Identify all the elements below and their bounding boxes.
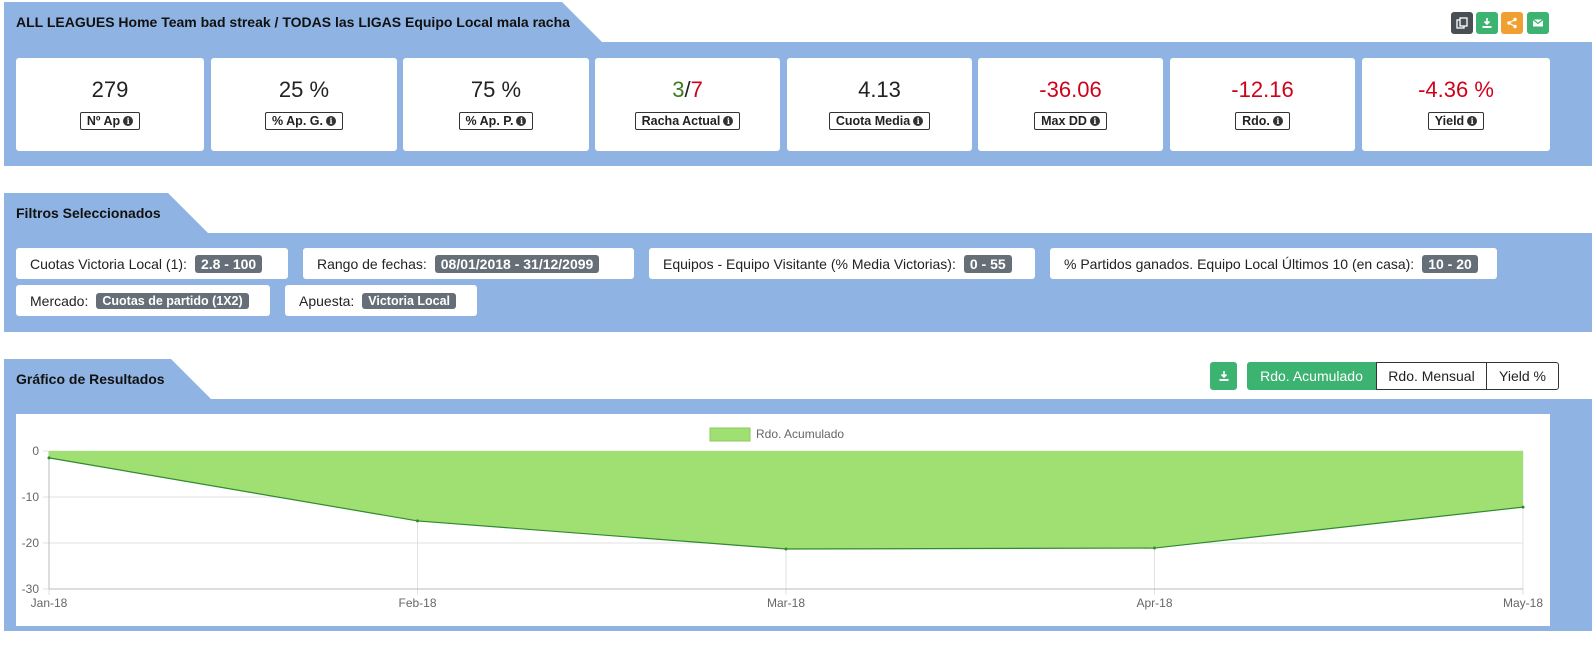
chart-panel: 0 -10 -20 -30 Jan-18 Feb-18 Mar-18 Apr-18 May-18… — [16, 414, 1550, 626]
legend-label: Rdo. Acumulado — [756, 427, 844, 441]
filters-title: Filtros Seleccionados — [16, 205, 161, 221]
filter-chip: Equipos - Equipo Visitante (% Media Vict… — [649, 248, 1035, 279]
info-icon: i — [1467, 116, 1478, 126]
page-title: ALL LEAGUES Home Team bad streak / TODAS… — [16, 14, 570, 30]
data-point — [784, 547, 788, 551]
filter-value-badge: 0 - 55 — [963, 254, 1012, 273]
stat-label[interactable]: Racha Actual i — [634, 112, 741, 130]
stat-label[interactable]: Max DD i — [1034, 112, 1107, 130]
filter-chip: Cuotas Victoria Local (1): 2.8 - 100 — [16, 248, 288, 279]
series-area — [49, 451, 1523, 549]
x-tick-label: May-18 — [1503, 596, 1543, 610]
copy-icon[interactable] — [1451, 12, 1473, 34]
stat-card-yield: -4.36 % Yield i — [1362, 58, 1550, 151]
header-title-tab: ALL LEAGUES Home Team bad streak / TODAS… — [4, 2, 602, 42]
filter-value-badge: 10 - 20 — [1422, 254, 1478, 273]
stat-label[interactable]: % Ap. G. i — [265, 112, 343, 130]
info-icon: i — [325, 116, 336, 126]
filter-value-badge: Cuotas de partido (1X2) — [96, 292, 249, 309]
info-icon: i — [723, 116, 734, 126]
filter-chip: Apuesta: Victoria Local — [285, 285, 477, 316]
data-point — [47, 456, 51, 460]
legend-swatch — [709, 427, 751, 442]
y-tick-label: -20 — [22, 536, 40, 550]
stat-label[interactable]: % Ap. P. i — [458, 112, 534, 130]
filter-chip: Mercado: Cuotas de partido (1X2) — [16, 285, 270, 316]
email-icon[interactable] — [1527, 12, 1549, 34]
y-tick-label: 0 — [32, 444, 39, 458]
stat-card-max-dd: -36.06 Max DD i — [978, 58, 1163, 151]
results-title: Gráfico de Resultados — [16, 371, 165, 387]
filter-value-badge: 08/01/2018 - 31/12/2099 — [434, 254, 600, 273]
stat-label[interactable]: Rdo. i — [1235, 112, 1290, 130]
stat-card-current-streak: 3/7 Racha Actual i — [595, 58, 780, 151]
x-tick-label: Jan-18 — [31, 596, 68, 610]
data-point — [1521, 505, 1525, 509]
tab-rdo-acumulado[interactable]: Rdo. Acumulado — [1247, 362, 1376, 390]
info-icon: i — [1272, 116, 1283, 126]
info-icon: i — [516, 116, 527, 126]
stat-value: 4.13 — [858, 77, 901, 102]
y-tick-label: -10 — [22, 490, 40, 504]
x-tick-label: Feb-18 — [398, 596, 436, 610]
stat-card-win-pct: 25 % % Ap. G. i — [211, 58, 397, 151]
filter-value-badge: 2.8 - 100 — [194, 254, 263, 273]
download-icon — [1219, 371, 1228, 381]
tab-rdo-mensual[interactable]: Rdo. Mensual — [1376, 362, 1487, 390]
stat-label[interactable]: Cuota Media i — [828, 112, 931, 130]
info-icon: i — [913, 116, 924, 126]
filter-value-badge: Victoria Local — [362, 292, 457, 309]
filter-chip: % Partidos ganados. Equipo Local Últimos… — [1050, 248, 1497, 279]
info-icon: i — [123, 116, 134, 126]
download-icon[interactable] — [1476, 12, 1498, 34]
stat-value: 3/7 — [672, 77, 703, 102]
filters-title-tab: Filtros Seleccionados — [4, 193, 208, 233]
stat-card-loss-pct: 75 % % Ap. P. i — [403, 58, 589, 151]
stat-card-result: -12.16 Rdo. i — [1170, 58, 1355, 151]
stat-label[interactable]: Yield i — [1427, 112, 1485, 130]
filter-chip: Rango de fechas: 08/01/2018 - 31/12/2099 — [303, 248, 634, 279]
data-point — [1153, 546, 1156, 550]
chart-download-button[interactable] — [1210, 362, 1237, 390]
results-title-tab: Gráfico de Resultados — [4, 359, 211, 399]
stat-value: -12.16 — [1231, 77, 1294, 102]
data-point — [416, 519, 419, 523]
x-tick-label: Apr-18 — [1136, 596, 1172, 610]
stat-value: 75 % — [470, 77, 522, 102]
results-chart: 0 -10 -20 -30Jan-18 Feb-18 Mar-18 Apr-18 May-18… — [22, 427, 1544, 610]
stat-value: 279 — [91, 77, 129, 102]
info-icon: i — [1089, 116, 1100, 126]
stat-card-num-bets: 279 Nº Ap i — [16, 58, 204, 151]
stat-value: -4.36 % — [1418, 77, 1494, 102]
stat-value: -36.06 — [1039, 77, 1102, 102]
stat-card-avg-odds: 4.13 Cuota Media i — [787, 58, 972, 151]
y-tick-label: -30 — [22, 582, 40, 596]
tab-yield[interactable]: Yield % — [1486, 362, 1559, 390]
x-tick-label: Mar-18 — [767, 596, 805, 610]
stat-label[interactable]: Nº Ap i — [79, 112, 141, 130]
share-icon[interactable] — [1501, 12, 1523, 34]
stat-value: 25 % — [278, 77, 330, 102]
